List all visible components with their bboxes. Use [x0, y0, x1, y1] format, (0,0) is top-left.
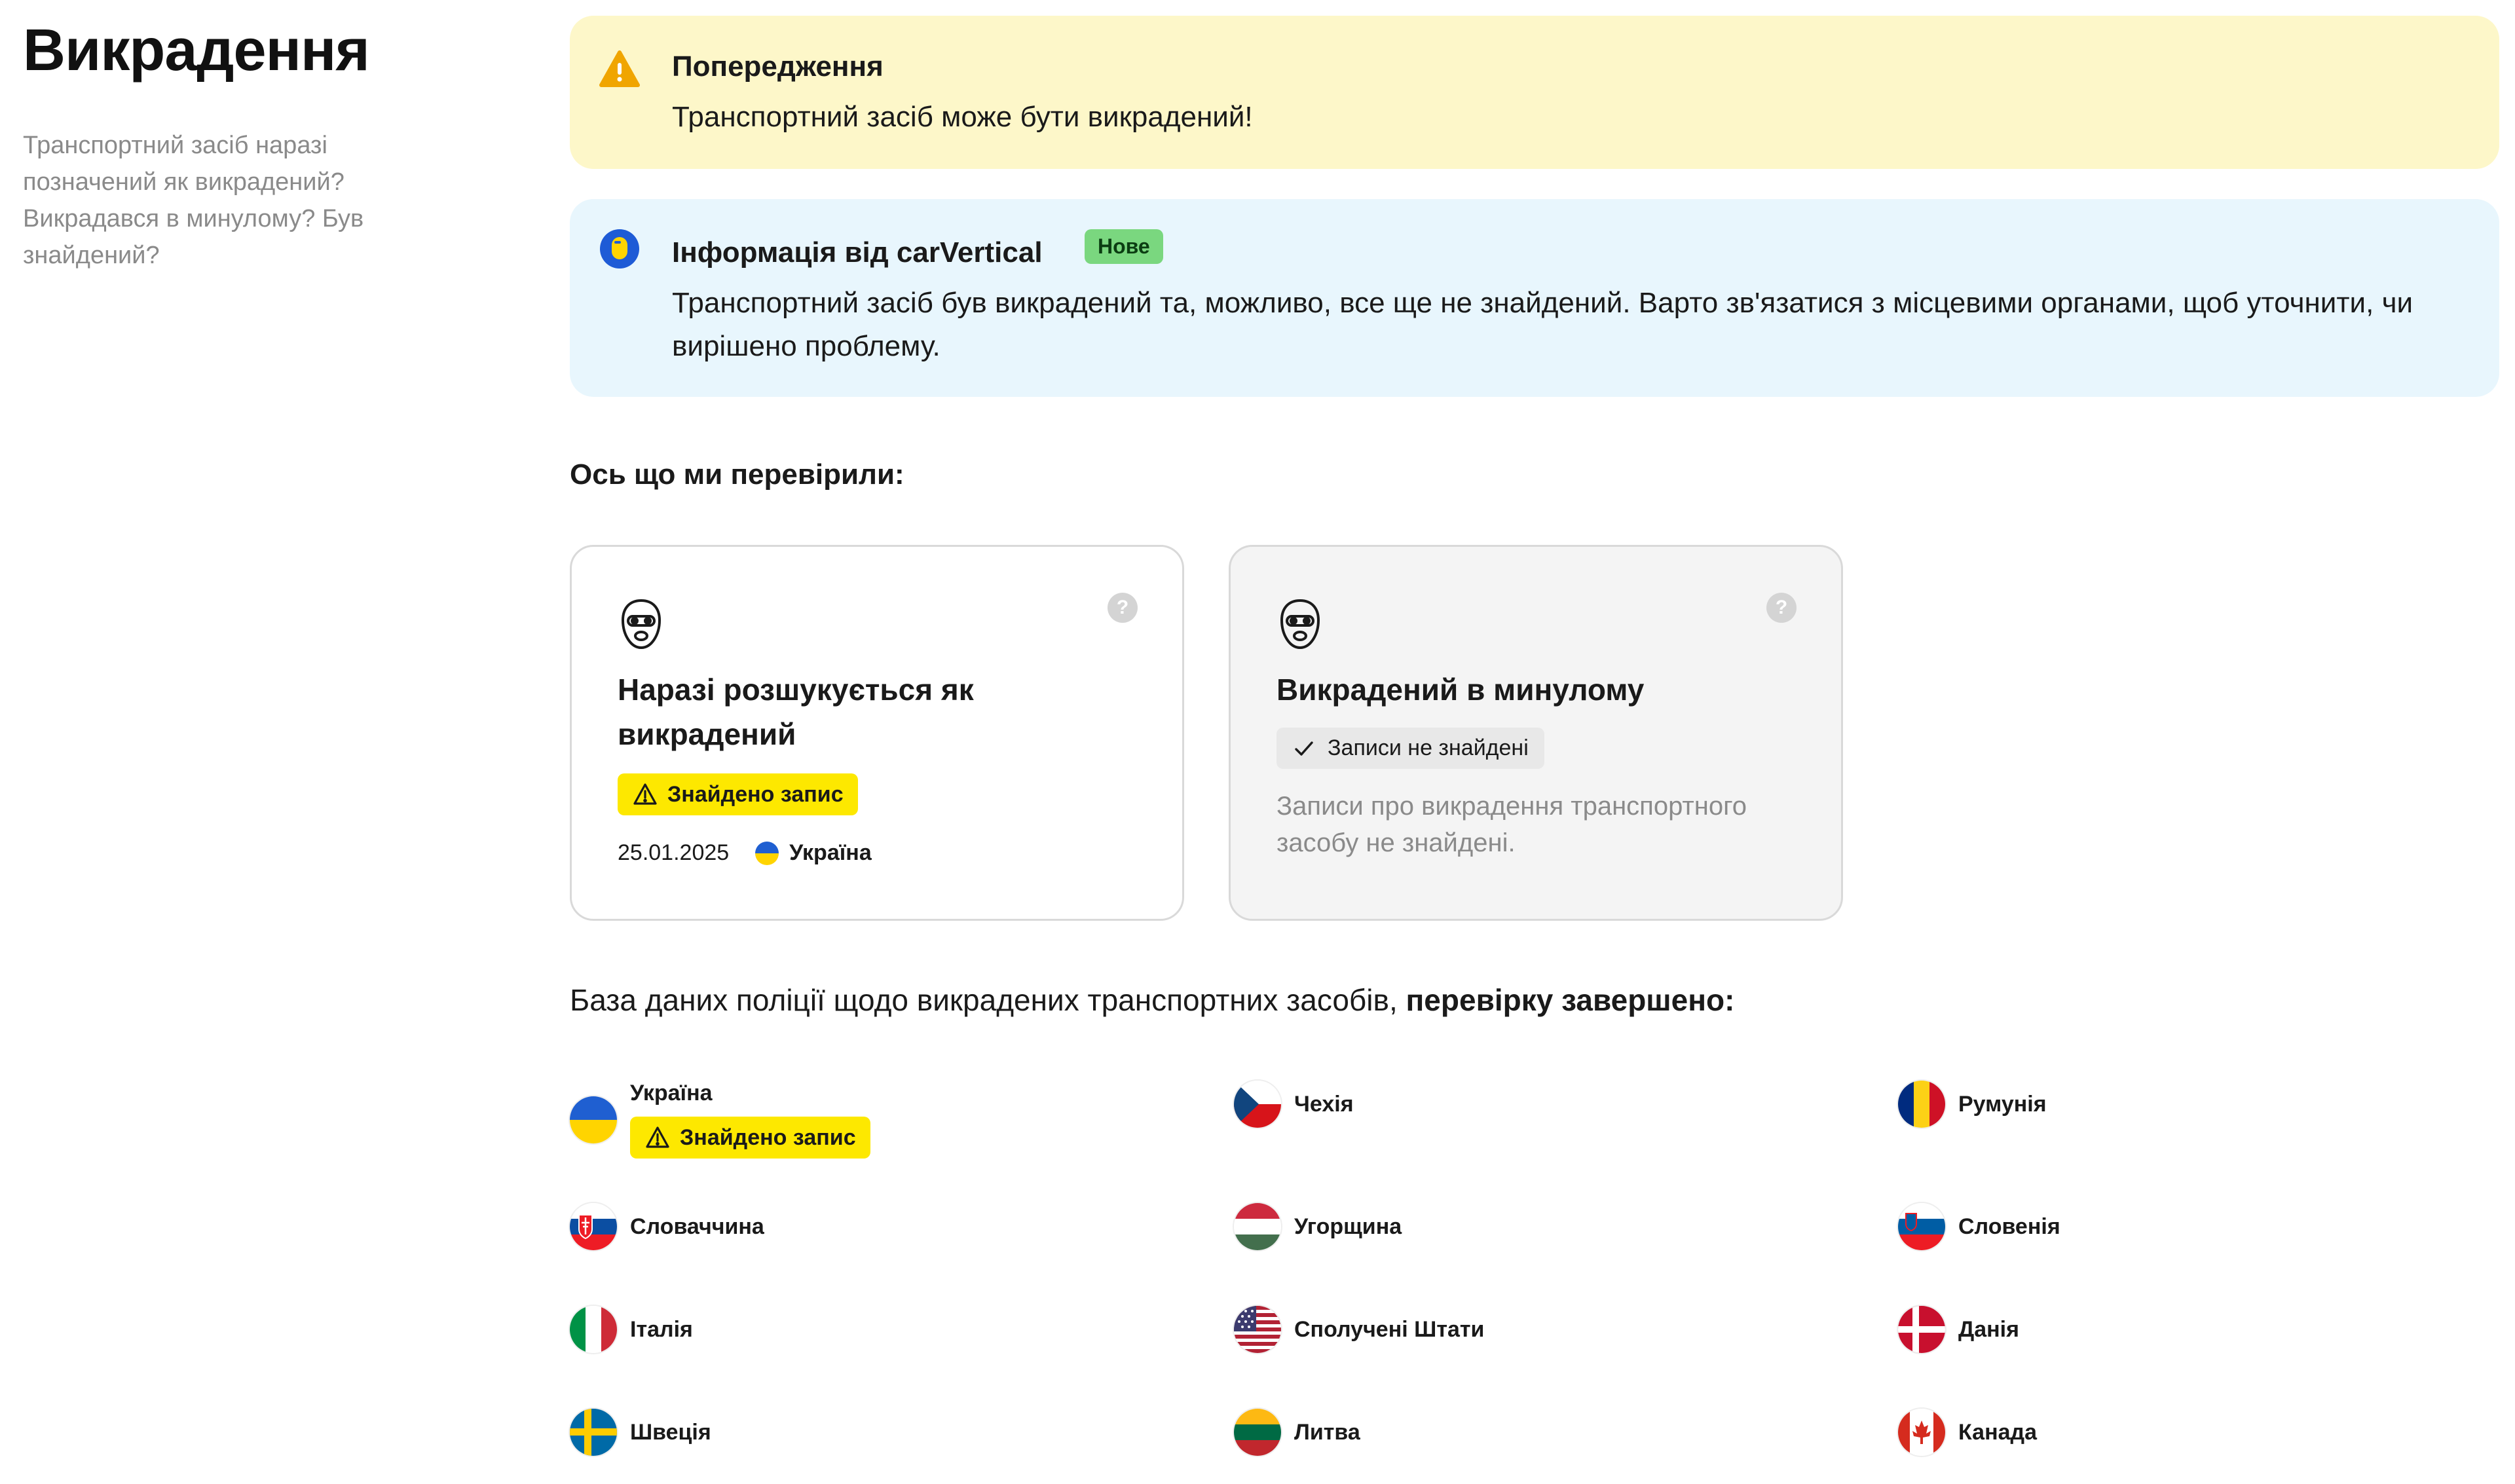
- card-stolen-in-past: ? Викрадений в минулому Записи не знайде…: [1229, 545, 1843, 921]
- database-text: База даних поліції щодо викрадених транс…: [570, 983, 1398, 1017]
- country-name: Швеція: [630, 1419, 711, 1445]
- card-note: Записи про викрадення транспортного засо…: [1276, 792, 1747, 857]
- country-name: Данія: [1958, 1316, 2019, 1342]
- thief-mask-icon: [1280, 599, 1320, 650]
- romania-flag-icon: [1898, 1081, 1945, 1128]
- help-icon[interactable]: ?: [1766, 593, 1797, 623]
- country-name: Словенія: [1958, 1214, 2060, 1239]
- warning-alert: Попередження Транспортний засіб може бут…: [570, 16, 2499, 169]
- country-list: Україна Знайдено запис Чехія Румунія Сло…: [570, 1061, 2515, 1467]
- carvertical-logo-icon: [600, 229, 639, 269]
- ukraine-flag-icon: [570, 1096, 617, 1143]
- lithuania-flag-icon: [1234, 1409, 1281, 1456]
- found-record-badge: Знайдено запис: [618, 773, 858, 815]
- found-record-label: Знайдено запис: [680, 1124, 856, 1150]
- record-country: Україна: [789, 840, 872, 865]
- list-item-hungary: Угорщина: [1234, 1203, 1402, 1250]
- section-description: Транспортний засіб наразі позначений як …: [23, 132, 364, 269]
- czechia-flag-icon: [1234, 1081, 1281, 1128]
- warning-outline-icon: [633, 783, 657, 805]
- list-item-romania: Румунія: [1898, 1081, 2047, 1128]
- sweden-flag-icon: [570, 1409, 617, 1456]
- list-item-slovakia: Словаччина: [570, 1203, 764, 1250]
- card-currently-stolen: ? Наразі розшукується як викрадений Знай…: [570, 545, 1184, 921]
- list-item-united-states: Сполучені Штати: [1234, 1306, 1484, 1353]
- slovenia-flag-icon: [1898, 1203, 1945, 1250]
- page-title: Викрадення: [23, 18, 370, 83]
- database-status: перевірку завершено:: [1406, 983, 1735, 1017]
- database-status-line: База даних поліції щодо викрадених транс…: [570, 982, 2499, 1018]
- usa-flag-icon: [1234, 1306, 1281, 1353]
- list-item-slovenia: Словенія: [1898, 1203, 2060, 1250]
- country-name: Чехія: [1294, 1091, 1354, 1117]
- italy-flag-icon: [570, 1306, 617, 1353]
- ukraine-flag-icon: [755, 841, 779, 865]
- main-content: Попередження Транспортний засіб може бут…: [570, 16, 2499, 1018]
- check-icon: [1295, 741, 1313, 756]
- no-records-label: Записи не знайдені: [1328, 735, 1529, 760]
- warning-text: Транспортний засіб може бути викрадений!: [672, 101, 1253, 133]
- country-name: Словаччина: [630, 1214, 764, 1239]
- info-alert: Інформація від carVertical Нове Транспор…: [570, 199, 2499, 397]
- list-item-ukraine: Україна Знайдено запис: [570, 1081, 870, 1159]
- list-item-sweden: Швеція: [570, 1409, 711, 1456]
- country-name: Канада: [1958, 1419, 2038, 1445]
- warning-title: Попередження: [672, 50, 884, 83]
- section-sidebar: Викрадення Транспортний засіб наразі поз…: [23, 14, 442, 274]
- card-title: Викрадений в минулому: [1276, 673, 1645, 707]
- list-item-lithuania: Литва: [1234, 1409, 1360, 1456]
- hungary-flag-icon: [1234, 1203, 1281, 1250]
- found-record-badge: Знайдено запис: [630, 1117, 870, 1159]
- warning-icon: [599, 50, 640, 87]
- card-meta: 25.01.2025 Україна: [618, 840, 872, 866]
- country-name: Україна: [630, 1081, 713, 1105]
- list-item-denmark: Данія: [1898, 1306, 2019, 1353]
- country-name: Угорщина: [1294, 1214, 1402, 1239]
- help-icon[interactable]: ?: [1108, 593, 1138, 623]
- found-record-label: Знайдено запис: [667, 781, 844, 807]
- list-item-canada: Канада: [1898, 1409, 2037, 1456]
- country-name: Литва: [1294, 1419, 1360, 1445]
- country-name: Італія: [630, 1316, 693, 1342]
- list-item-italy: Італія: [570, 1306, 693, 1353]
- check-cards: ? Наразі розшукується як викрадений Знай…: [570, 545, 2499, 921]
- country-name: Румунія: [1958, 1091, 2047, 1117]
- no-records-badge: Записи не знайдені: [1276, 728, 1544, 769]
- slovakia-flag-icon: [570, 1203, 617, 1250]
- checked-heading: Ось що ми перевірили:: [570, 458, 904, 491]
- record-date: 25.01.2025: [618, 840, 730, 865]
- list-item-czechia: Чехія: [1234, 1081, 1354, 1128]
- new-badge: Нове: [1085, 229, 1163, 264]
- info-title: Інформація від carVertical: [672, 236, 1043, 269]
- card-title: Наразі розшукується як викрадений: [618, 673, 974, 751]
- country-name: Сполучені Штати: [1294, 1316, 1485, 1342]
- denmark-flag-icon: [1898, 1306, 1945, 1353]
- info-text: Транспортний засіб був викрадений та, мо…: [672, 287, 2413, 362]
- thief-mask-icon: [621, 599, 661, 650]
- canada-flag-icon: [1898, 1409, 1945, 1456]
- warning-outline-icon: [646, 1126, 669, 1148]
